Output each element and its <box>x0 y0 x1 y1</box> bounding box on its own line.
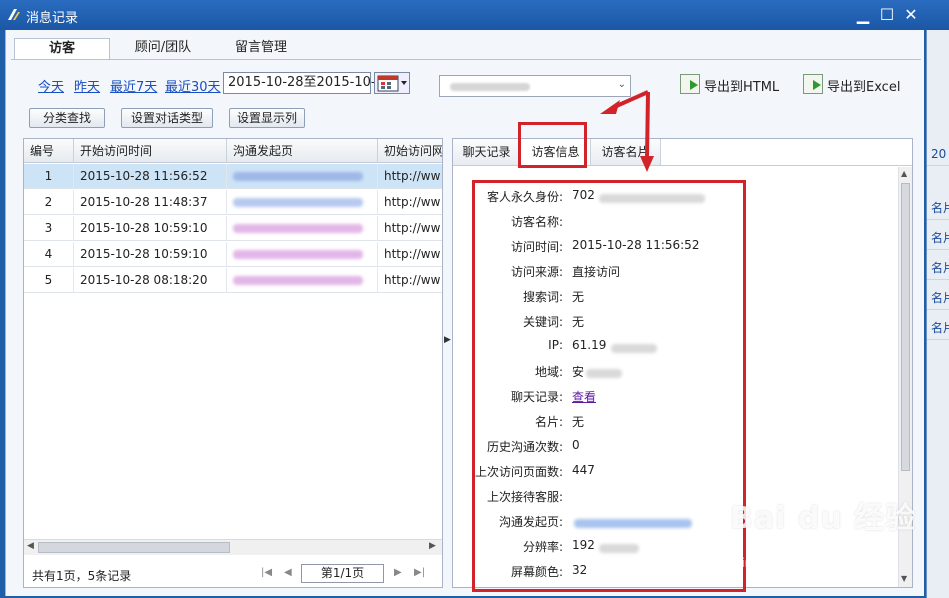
watermark-brand: Bai du 经验 <box>730 501 917 536</box>
watermark-url: jingyan.baidu.com <box>738 556 849 570</box>
